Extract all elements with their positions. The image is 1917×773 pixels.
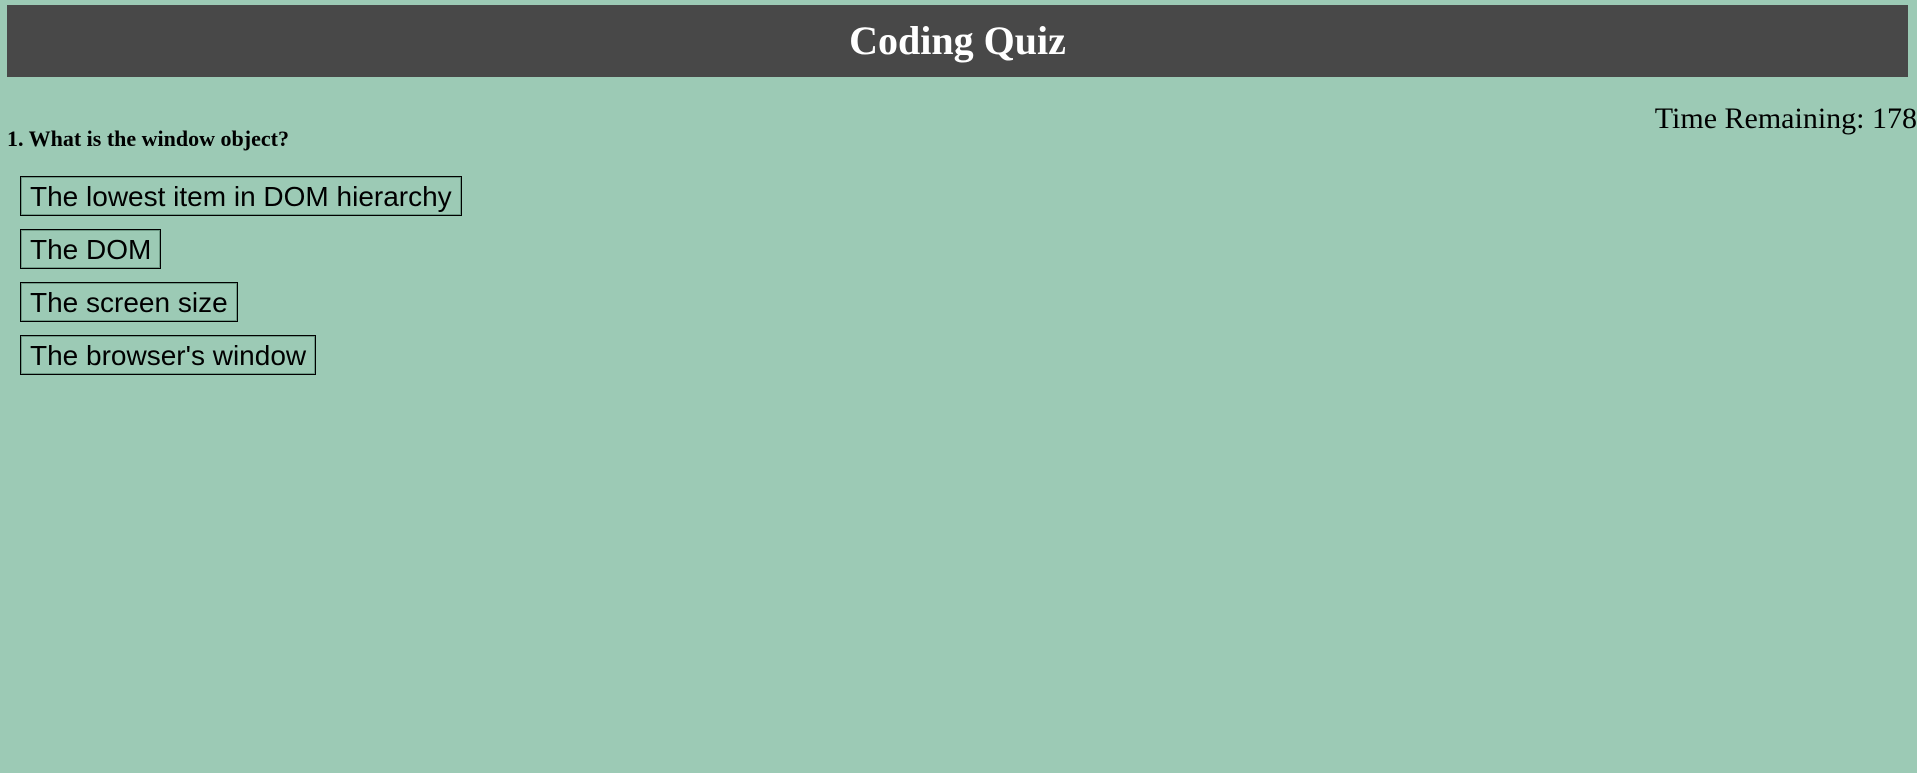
page-title: Coding Quiz (849, 18, 1066, 63)
question-text: 1. What is the window object? (7, 126, 289, 151)
answer-button[interactable]: The screen size (20, 282, 238, 322)
answer-button[interactable]: The DOM (20, 229, 162, 269)
answer-list: The lowest item in DOM hierarchy The DOM… (20, 176, 462, 375)
page-header: Coding Quiz (7, 5, 1908, 77)
answer-button[interactable]: The browser's window (20, 335, 317, 375)
time-remaining: Time Remaining: 178 (1654, 102, 1917, 135)
answer-button[interactable]: The lowest item in DOM hierarchy (20, 176, 462, 216)
